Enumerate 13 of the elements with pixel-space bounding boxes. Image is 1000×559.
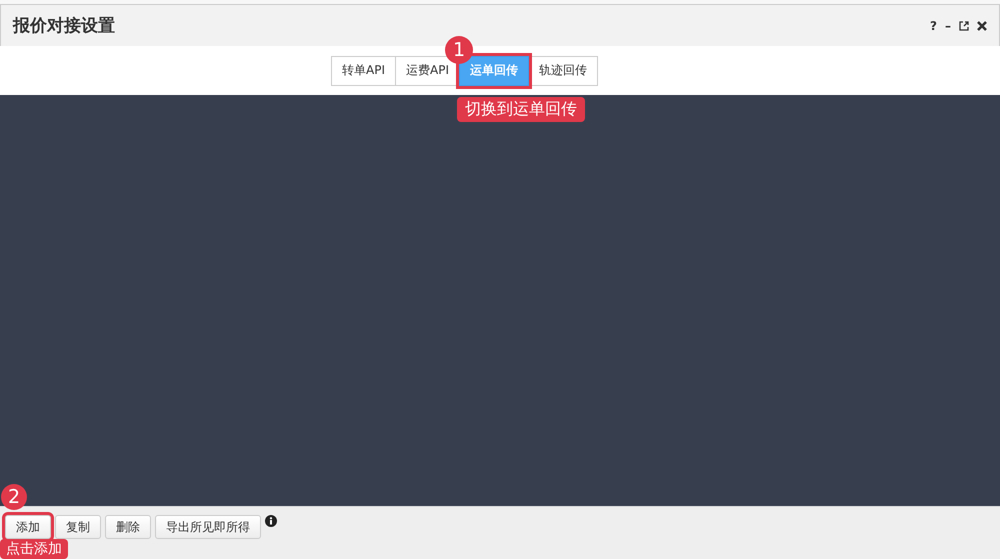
callout-label: 切换到运单回传 <box>457 97 585 122</box>
minimize-button[interactable]: – <box>945 18 951 32</box>
add-button[interactable]: 添加 <box>5 515 51 539</box>
toolbar-button[interactable]: 导出所见即所得 <box>155 515 261 539</box>
dialog-title: 报价对接设置 <box>13 15 115 37</box>
toolbar-button[interactable]: 删除 <box>105 515 151 539</box>
toolbar-button[interactable]: 复制 <box>55 515 101 539</box>
callout-label: 点击添加 <box>0 539 68 559</box>
info-icon[interactable] <box>265 515 277 527</box>
close-icon[interactable] <box>977 20 987 30</box>
popout-icon[interactable] <box>959 20 969 30</box>
tab[interactable]: 转单API <box>331 56 396 86</box>
help-button[interactable]: ? <box>930 18 937 32</box>
